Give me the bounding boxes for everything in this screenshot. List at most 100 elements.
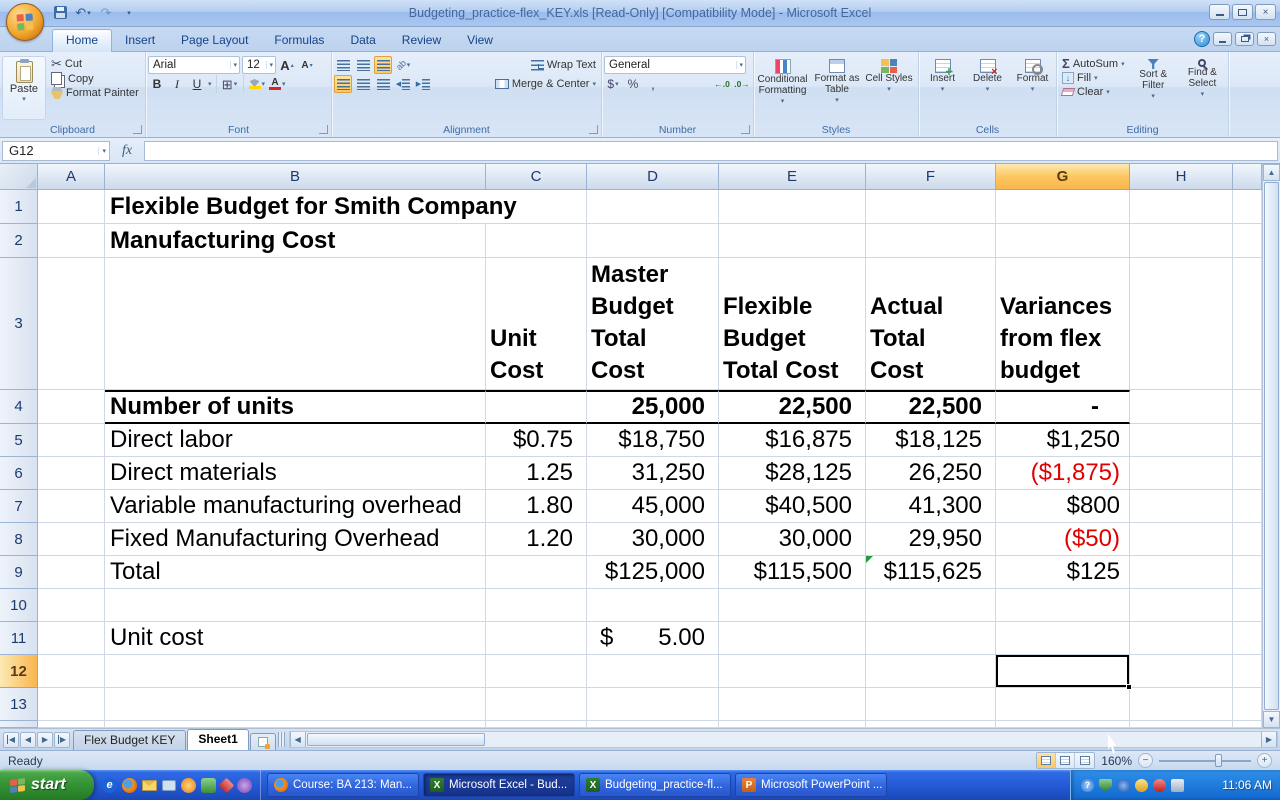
column-header-F[interactable]: F <box>866 164 996 190</box>
column-header-B[interactable]: B <box>105 164 486 190</box>
increase-indent-button[interactable]: ▶ <box>414 75 432 93</box>
page-layout-view-button[interactable] <box>1056 753 1075 768</box>
cell-G6[interactable]: ($1,875) <box>996 457 1130 490</box>
cell-F3[interactable]: Actual Total Cost <box>866 258 996 390</box>
cell-F9[interactable]: $115,625 <box>866 556 996 589</box>
decrease-decimal-button[interactable]: .0→ <box>733 75 751 93</box>
cell-H12[interactable] <box>1130 655 1233 688</box>
number-format-combo[interactable]: General▾ <box>604 56 746 74</box>
underline-dropdown-icon[interactable]: ▾ <box>208 80 212 88</box>
alignment-dialog-launcher[interactable] <box>589 125 598 134</box>
insert-cells-button[interactable]: Insert ▾ <box>921 56 964 118</box>
cell-E13[interactable] <box>719 688 866 721</box>
vertical-scroll-thumb[interactable] <box>1264 182 1279 710</box>
row-header-1[interactable]: 1 <box>0 190 38 224</box>
conditional-formatting-button[interactable]: Conditional Formatting ▾ <box>756 56 809 118</box>
row-header-2[interactable]: 2 <box>0 224 38 258</box>
workbook-restore-button[interactable] <box>1235 32 1254 46</box>
column-header-G[interactable]: G <box>996 164 1130 190</box>
cell-C2[interactable] <box>486 224 587 258</box>
percent-style-button[interactable]: % <box>624 75 642 93</box>
cell-B11[interactable]: Unit cost <box>105 622 486 655</box>
format-as-table-button[interactable]: Format as Table ▾ <box>811 56 863 118</box>
cell-B9[interactable]: Total <box>105 556 486 589</box>
cell-D6[interactable]: 31,250 <box>587 457 719 490</box>
cell-B7[interactable]: Variable manufacturing overhead <box>105 490 486 523</box>
cell-F1[interactable] <box>866 190 996 224</box>
tray-icon-4[interactable] <box>1135 779 1148 792</box>
name-box[interactable]: G12▾ <box>2 141 110 161</box>
cell-E10[interactable] <box>719 589 866 622</box>
zoom-slider[interactable] <box>1159 753 1251 768</box>
underline-button[interactable]: U <box>188 75 206 93</box>
sort-filter-button[interactable]: Sort & Filter ▾ <box>1130 56 1177 118</box>
horizontal-scroll-thumb[interactable] <box>307 733 485 746</box>
cell-C13[interactable] <box>486 688 587 721</box>
column-header-C[interactable]: C <box>486 164 587 190</box>
column-header-H[interactable]: H <box>1130 164 1233 190</box>
cell-E9[interactable]: $115,500 <box>719 556 866 589</box>
cell-A4[interactable] <box>38 390 105 424</box>
cell-G5[interactable]: $1,250 <box>996 424 1130 457</box>
zoom-in-button[interactable]: + <box>1257 753 1272 768</box>
align-right-button[interactable] <box>374 75 392 93</box>
wrap-text-button[interactable]: Wrap Text <box>528 58 599 72</box>
cell-A11[interactable] <box>38 622 105 655</box>
row-header-4[interactable]: 4 <box>0 390 38 424</box>
tab-view[interactable]: View <box>454 30 506 51</box>
row-header-6[interactable]: 6 <box>0 457 38 490</box>
align-top-button[interactable] <box>334 56 352 74</box>
cell-H11[interactable] <box>1130 622 1233 655</box>
first-sheet-button[interactable]: ◀ <box>3 732 19 748</box>
cell-E8[interactable]: 30,000 <box>719 523 866 556</box>
quicklaunch-icon-7[interactable] <box>219 777 235 793</box>
comma-style-button[interactable]: , <box>644 75 662 93</box>
fill-handle[interactable] <box>1126 684 1132 690</box>
cell-H5[interactable] <box>1130 424 1233 457</box>
tray-icon-3[interactable] <box>1117 779 1130 792</box>
font-size-combo[interactable]: 12▾ <box>242 56 276 74</box>
page-break-view-button[interactable] <box>1075 753 1094 768</box>
tray-icon-5[interactable] <box>1153 779 1166 792</box>
scroll-up-button[interactable]: ▲ <box>1263 164 1280 181</box>
cell-D10[interactable] <box>587 589 719 622</box>
font-color-button[interactable]: A▾ <box>268 75 287 93</box>
format-painter-button[interactable]: Format Painter <box>48 86 142 100</box>
cell-D5[interactable]: $18,750 <box>587 424 719 457</box>
tab-split-handle[interactable] <box>278 732 285 747</box>
taskbar-button-excel-2[interactable]: XBudgeting_practice-fl... <box>579 773 731 797</box>
cell-F11[interactable] <box>866 622 996 655</box>
taskbar-button-firefox[interactable]: Course: BA 213: Man... <box>267 773 419 797</box>
cell-F2[interactable] <box>866 224 996 258</box>
cell-C8[interactable]: 1.20 <box>486 523 587 556</box>
cell-E7[interactable]: $40,500 <box>719 490 866 523</box>
cell-E6[interactable]: $28,125 <box>719 457 866 490</box>
cell-G11[interactable] <box>996 622 1130 655</box>
cell-D4[interactable]: 25,000 <box>587 390 719 424</box>
taskbar-button-powerpoint[interactable]: PMicrosoft PowerPoint ... <box>735 773 887 797</box>
cell-B5[interactable]: Direct labor <box>105 424 486 457</box>
autosum-button[interactable]: ΣAutoSum▾ <box>1059 56 1128 71</box>
tab-home[interactable]: Home <box>52 29 112 52</box>
close-button[interactable]: × <box>1255 4 1276 20</box>
column-header-E[interactable]: E <box>719 164 866 190</box>
format-cells-button[interactable]: Format ▾ <box>1011 56 1054 118</box>
cell-F8[interactable]: 29,950 <box>866 523 996 556</box>
cell-A9[interactable] <box>38 556 105 589</box>
sheet-tab-flex-budget-key[interactable]: Flex Budget KEY <box>73 730 186 750</box>
cut-button[interactable]: ✂Cut <box>48 56 142 71</box>
vertical-scrollbar[interactable]: ▲ ▼ <box>1262 164 1280 728</box>
cell-H10[interactable] <box>1130 589 1233 622</box>
row-header-7[interactable]: 7 <box>0 490 38 523</box>
cell-B10[interactable] <box>105 589 486 622</box>
cell-F4[interactable]: 22,500 <box>866 390 996 424</box>
clear-button[interactable]: Clear▾ <box>1059 85 1128 99</box>
cell-D1[interactable] <box>587 190 719 224</box>
cell-F7[interactable]: 41,300 <box>866 490 996 523</box>
cell-C5[interactable]: $0.75 <box>486 424 587 457</box>
normal-view-button[interactable] <box>1037 753 1056 768</box>
quicklaunch-ie-icon[interactable]: e <box>102 778 117 793</box>
number-dialog-launcher[interactable] <box>741 125 750 134</box>
cell-D2[interactable] <box>587 224 719 258</box>
cell-F13[interactable] <box>866 688 996 721</box>
